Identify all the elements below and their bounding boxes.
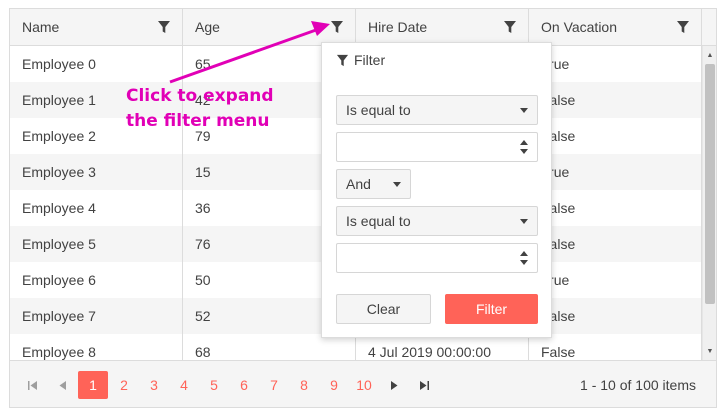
filter-menu-title: Filter [354, 52, 386, 68]
cell-on-vacation: False [541, 344, 576, 360]
chevron-down-icon [520, 219, 528, 224]
cell-name: Employee 3 [22, 164, 96, 180]
logic-value: And [346, 176, 371, 192]
page-button-10[interactable]: 10 [352, 371, 376, 399]
cell-age: 65 [195, 56, 211, 72]
page-button-2[interactable]: 2 [114, 371, 134, 399]
cell-name: Employee 7 [22, 308, 96, 324]
spin-down-icon[interactable] [520, 260, 528, 265]
operator-dropdown-1[interactable]: Is equal to [336, 95, 538, 125]
cell-name: Employee 0 [22, 56, 96, 72]
funnel-icon[interactable] [325, 15, 349, 39]
column-header-age[interactable]: Age [183, 9, 356, 46]
last-page-icon[interactable] [412, 371, 436, 399]
annotation-line-1: Click to expand [126, 86, 274, 106]
cell-age: 52 [195, 308, 211, 324]
scroll-up-icon[interactable]: ▲ [703, 48, 716, 62]
cell-age: 15 [195, 164, 211, 180]
pager-info: 1 - 10 of 100 items [580, 377, 696, 393]
spin-up-icon[interactable] [520, 140, 528, 145]
column-header-label: Name [22, 19, 60, 35]
filter-menu-header: Filter [336, 52, 385, 68]
pager: 1 2 3 4 5 6 7 8 9 10 1 - 10 of 100 items [10, 360, 716, 407]
page-button-3[interactable]: 3 [144, 371, 164, 399]
page-button-5[interactable]: 5 [204, 371, 224, 399]
grid-header: Name Age Hire Date On Vacation [10, 9, 716, 46]
vertical-scrollbar[interactable]: ▲ ▼ [702, 46, 716, 360]
cell-age: 50 [195, 272, 211, 288]
cell-name: Employee 5 [22, 236, 96, 252]
cell-age: 36 [195, 200, 211, 216]
cell-hire-date: 4 Jul 2019 00:00:00 [368, 344, 491, 360]
numeric-input[interactable] [337, 244, 513, 272]
prev-page-icon[interactable] [50, 371, 74, 399]
scroll-down-icon[interactable]: ▼ [703, 344, 716, 358]
cell-age: 76 [195, 236, 211, 252]
funnel-icon[interactable] [152, 15, 176, 39]
funnel-icon [336, 54, 349, 66]
column-header-label: Hire Date [368, 19, 428, 35]
page-button-6[interactable]: 6 [234, 371, 254, 399]
page-button-4[interactable]: 4 [174, 371, 194, 399]
funnel-icon[interactable] [671, 15, 695, 39]
cell-name: Employee 1 [22, 92, 96, 108]
filter-menu-popup: Filter Is equal to And Is equal to Clear… [321, 42, 552, 338]
cell-name: Employee 4 [22, 200, 96, 216]
filter-button[interactable]: Filter [445, 294, 538, 324]
numeric-spinner[interactable] [511, 244, 537, 272]
page-button-7[interactable]: 7 [264, 371, 284, 399]
filter-value-input-1[interactable] [336, 132, 538, 162]
annotation-line-2: the filter menu [126, 111, 270, 131]
next-page-icon[interactable] [382, 371, 406, 399]
chevron-down-icon [393, 182, 401, 187]
filter-value-input-2[interactable] [336, 243, 538, 273]
operator-value: Is equal to [346, 213, 411, 229]
scrollbar-thumb[interactable] [705, 64, 715, 304]
operator-value: Is equal to [346, 102, 411, 118]
column-header-name[interactable]: Name [10, 9, 183, 46]
cell-name: Employee 2 [22, 128, 96, 144]
column-header-hire-date[interactable]: Hire Date [356, 9, 529, 46]
chevron-down-icon [520, 108, 528, 113]
funnel-icon[interactable] [498, 15, 522, 39]
numeric-input[interactable] [337, 133, 513, 161]
logic-dropdown[interactable]: And [336, 169, 411, 199]
first-page-icon[interactable] [20, 371, 44, 399]
spin-up-icon[interactable] [520, 251, 528, 256]
page-button-1[interactable]: 1 [78, 371, 108, 399]
cell-age: 68 [195, 344, 211, 360]
cell-name: Employee 6 [22, 272, 96, 288]
page-button-8[interactable]: 8 [294, 371, 314, 399]
cell-name: Employee 8 [22, 344, 96, 360]
column-header-on-vacation[interactable]: On Vacation [529, 9, 702, 46]
operator-dropdown-2[interactable]: Is equal to [336, 206, 538, 236]
clear-button[interactable]: Clear [336, 294, 431, 324]
column-header-label: Age [195, 19, 220, 35]
numeric-spinner[interactable] [511, 133, 537, 161]
column-header-label: On Vacation [541, 19, 618, 35]
page-button-9[interactable]: 9 [324, 371, 344, 399]
spin-down-icon[interactable] [520, 149, 528, 154]
annotation-callout: Click to expand the filter menu [126, 84, 274, 134]
